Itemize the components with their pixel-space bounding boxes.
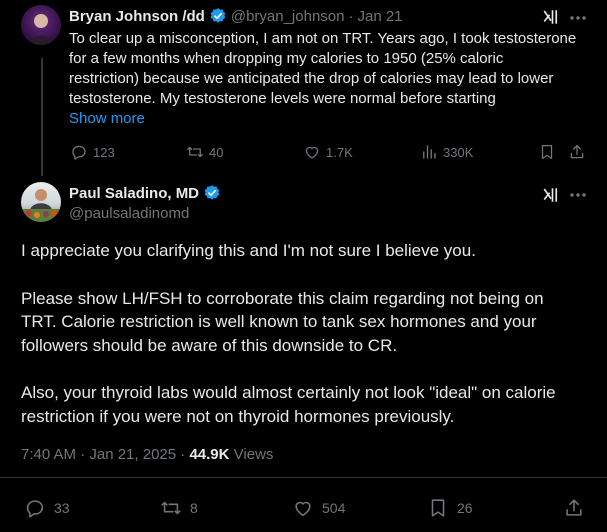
reply-icon bbox=[24, 497, 46, 519]
tweet-line: restriction if you were not on thyroid h… bbox=[21, 406, 455, 426]
bookmark-button[interactable]: 26 bbox=[427, 497, 473, 519]
verified-badge-icon bbox=[209, 7, 227, 25]
avatar[interactable] bbox=[21, 182, 61, 222]
tweet-line: followers should be aware of this downsi… bbox=[21, 335, 398, 355]
tweet-paragraph: Also, your thyroid labs would almost cer… bbox=[21, 381, 601, 428]
author-name[interactable]: Bryan Johnson /dd bbox=[69, 8, 205, 25]
views-icon bbox=[420, 143, 438, 161]
author-handle[interactable]: @paulsaladinomd bbox=[69, 205, 189, 222]
tweet-paragraph: Please show LH/FSH to corroborate this c… bbox=[21, 287, 601, 358]
avatar[interactable] bbox=[21, 5, 61, 45]
repost-button[interactable]: 8 bbox=[160, 497, 198, 519]
reply-icon bbox=[70, 143, 88, 161]
thread-line bbox=[41, 58, 43, 176]
views-button[interactable]: 330K bbox=[420, 143, 473, 161]
views-total: 44.9K bbox=[189, 446, 230, 463]
like-icon bbox=[303, 143, 321, 161]
repost-icon bbox=[186, 143, 204, 161]
reply-count: 33 bbox=[54, 500, 70, 516]
views-count: 330K bbox=[443, 144, 474, 160]
dot-separator: · bbox=[348, 7, 354, 25]
tweet-timestamp[interactable]: 7:40 AM · Jan 21, 2025 · bbox=[21, 446, 185, 463]
like-icon bbox=[292, 497, 314, 519]
tweet-line: Please show LH/FSH to corroborate this c… bbox=[21, 288, 544, 308]
tweet-line: for a few months when dropping my calori… bbox=[69, 50, 504, 67]
author-name[interactable]: Paul Saladino, MD bbox=[69, 185, 199, 202]
reply-button[interactable]: 123 bbox=[70, 143, 115, 161]
bookmark-icon bbox=[427, 497, 449, 519]
repost-count: 40 bbox=[209, 144, 224, 160]
grok-icon[interactable] bbox=[542, 186, 560, 204]
repost-button[interactable]: 40 bbox=[186, 143, 223, 161]
share-icon[interactable] bbox=[563, 497, 585, 519]
tweet-line: To clear up a misconception, I am not on… bbox=[69, 30, 577, 47]
like-count: 504 bbox=[322, 500, 346, 516]
like-button[interactable]: 504 bbox=[292, 497, 345, 519]
like-button[interactable]: 1.7K bbox=[303, 143, 353, 161]
tweet-text: To clear up a misconception, I am not on… bbox=[69, 29, 597, 129]
bookmark-count: 26 bbox=[457, 500, 473, 516]
like-count: 1.7K bbox=[326, 144, 353, 160]
grok-icon[interactable] bbox=[542, 8, 560, 26]
tweet-paragraph: I appreciate you clarifying this and I'm… bbox=[21, 239, 601, 263]
reply-count: 123 bbox=[93, 144, 115, 160]
repost-count: 8 bbox=[190, 500, 198, 516]
tweet-line: I appreciate you clarifying this and I'm… bbox=[21, 241, 476, 260]
more-icon[interactable] bbox=[568, 185, 588, 205]
tweet-line: testosterone. My testosterone levels wer… bbox=[69, 90, 496, 107]
share-icon[interactable] bbox=[568, 143, 586, 161]
show-more-link[interactable]: Show more bbox=[69, 109, 597, 129]
tweet-line: Also, your thyroid labs would almost cer… bbox=[21, 383, 556, 402]
tweet-date[interactable]: Jan 21 bbox=[357, 8, 402, 25]
bookmark-icon[interactable] bbox=[538, 143, 556, 161]
author-handle[interactable]: @bryan_johnson bbox=[231, 8, 345, 25]
verified-badge-icon bbox=[203, 184, 221, 202]
tweet-text: I appreciate you clarifying this and I'm… bbox=[21, 239, 601, 428]
views-label: Views bbox=[233, 446, 274, 463]
repost-icon bbox=[160, 497, 182, 519]
tweet-line: TRT. Calorie restriction is well known t… bbox=[21, 312, 537, 331]
reply-button[interactable]: 33 bbox=[24, 497, 70, 519]
divider bbox=[0, 477, 607, 478]
more-icon[interactable] bbox=[568, 8, 588, 28]
tweet-meta: 7:40 AM · Jan 21, 2025 · 44.9K Views bbox=[21, 446, 273, 463]
tweet-line: restriction) because we anticipated the … bbox=[69, 70, 554, 87]
